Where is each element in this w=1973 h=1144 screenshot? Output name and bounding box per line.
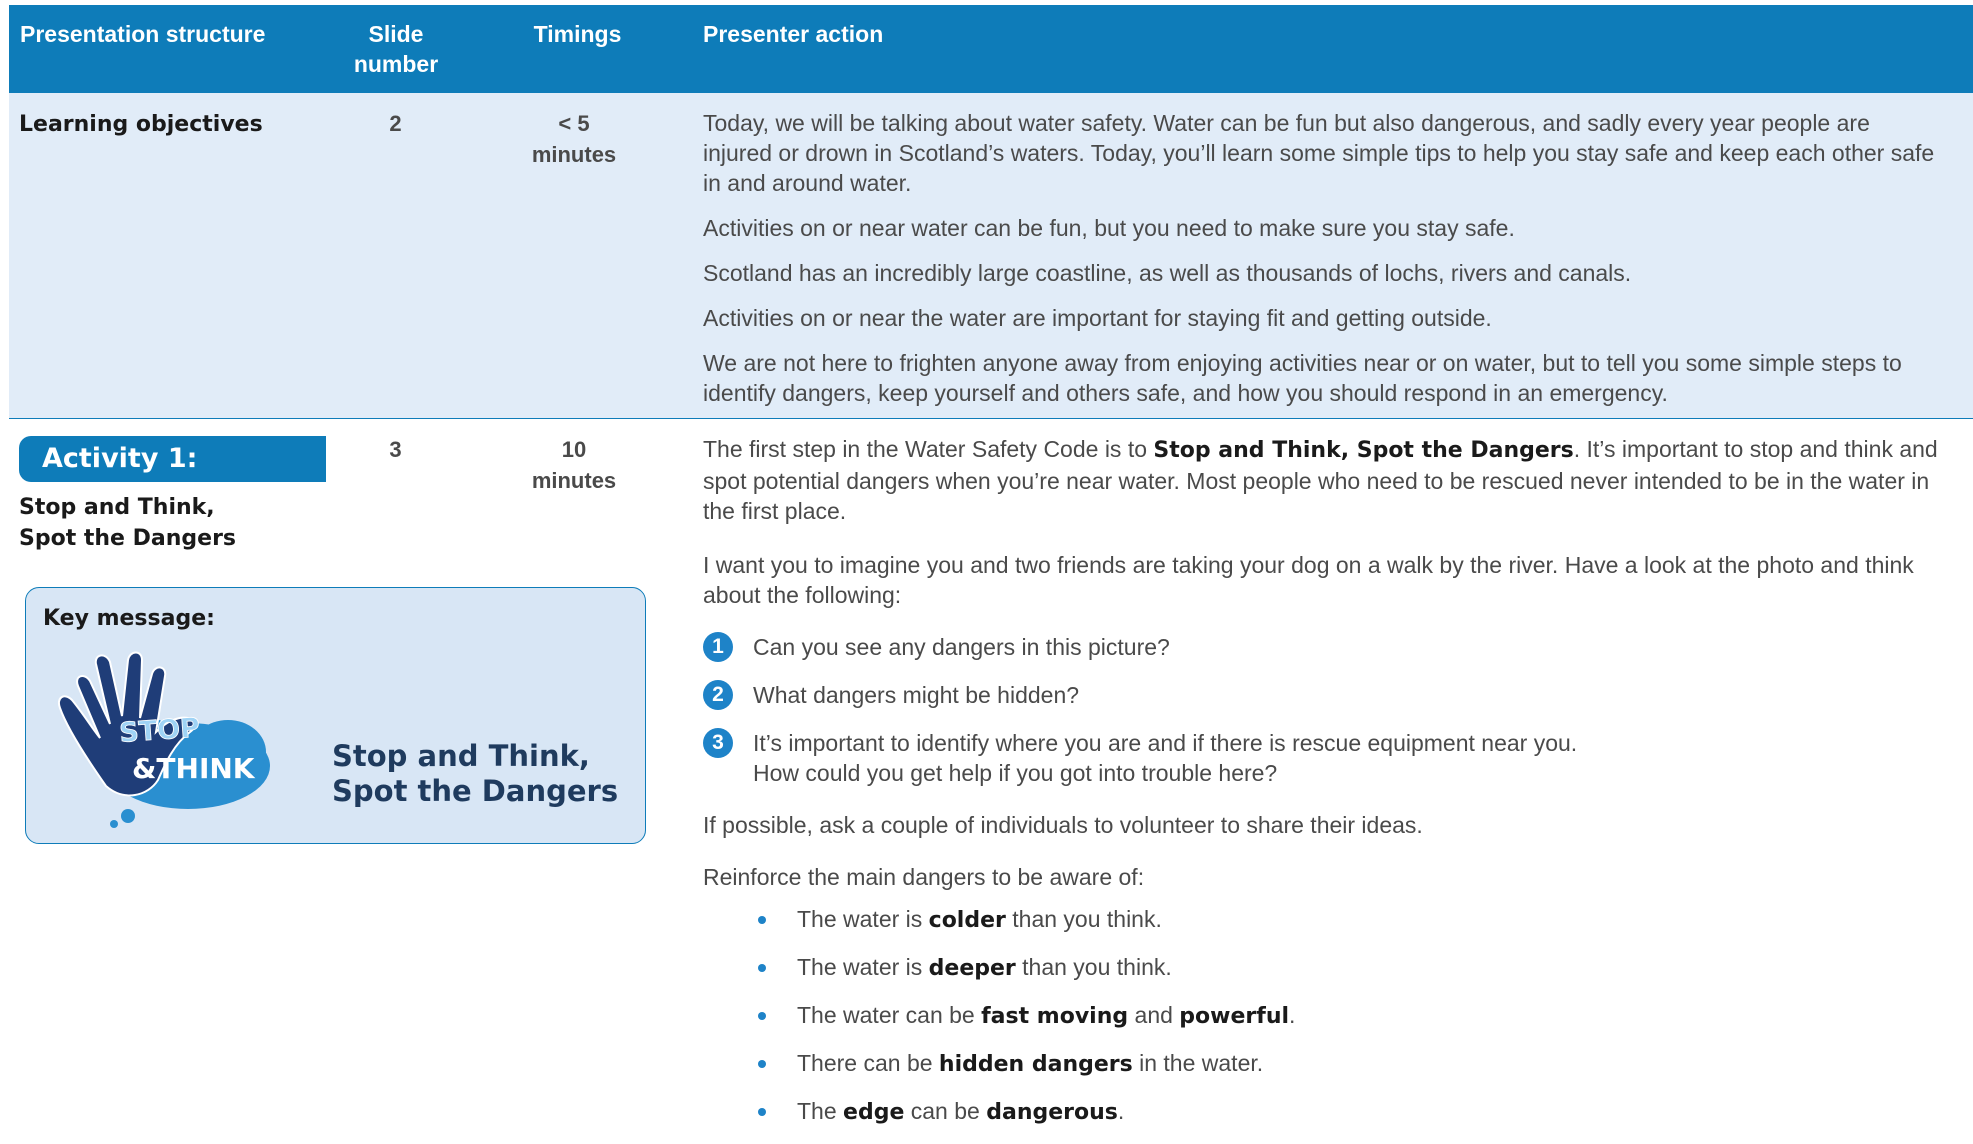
timing-value: < 5 minutes xyxy=(532,111,616,167)
danger-bold: edge xyxy=(843,1100,904,1125)
logo-stop-text: STOP xyxy=(118,712,201,749)
danger-text: There can be xyxy=(797,1050,939,1076)
numbered-item: 3 It’s important to identify where you a… xyxy=(703,728,1945,788)
number-circle-icon: 1 xyxy=(703,632,733,662)
slide-number: 2 xyxy=(389,111,401,136)
table-row-learning-objectives: Learning objectives 2 < 5 minutes Today,… xyxy=(9,93,1973,419)
question-text: What dangers might be hidden? xyxy=(753,680,1079,710)
danger-text: can be xyxy=(904,1098,986,1124)
structure-cell: Learning objectives xyxy=(9,93,326,419)
danger-bold: fast moving xyxy=(981,1004,1128,1029)
danger-bold: dangerous xyxy=(986,1100,1118,1125)
page: Presentation structure Slide number Timi… xyxy=(0,0,1973,1142)
numbered-item: 2 What dangers might be hidden? xyxy=(703,680,1945,710)
number-circle-icon: 2 xyxy=(703,680,733,710)
learning-objectives-label: Learning objectives xyxy=(19,112,263,137)
slide-number-cell: 2 xyxy=(326,93,479,419)
danger-text: in the water. xyxy=(1133,1050,1263,1076)
activity-title: Stop and Think, Spot the Dangers xyxy=(19,492,249,554)
key-message-box: Key message: STOP &THIN xyxy=(25,587,646,844)
dangers-list: The water is colder than you think. The … xyxy=(703,904,1945,1128)
danger-text: The water can be xyxy=(797,1002,981,1028)
stop-and-think-logo: STOP &THINK xyxy=(48,646,278,831)
action-paragraph: Scotland has an incredibly large coastli… xyxy=(703,258,1945,288)
key-message-label: Key message: xyxy=(43,604,215,634)
lesson-plan-table: Presentation structure Slide number Timi… xyxy=(9,5,1973,1144)
danger-text: The xyxy=(797,1098,843,1124)
numbered-item: 1 Can you see any dangers in this pictur… xyxy=(703,632,1945,662)
timing-cell: < 5 minutes xyxy=(479,93,689,419)
header-presentation-structure: Presentation structure xyxy=(9,5,326,93)
list-item: The water is deeper than you think. xyxy=(758,952,1945,984)
volunteer-paragraph: If possible, ask a couple of individuals… xyxy=(703,810,1945,840)
slide-number: 3 xyxy=(389,437,401,462)
danger-bold: deeper xyxy=(929,956,1016,981)
header-row: Presentation structure Slide number Timi… xyxy=(9,5,1973,93)
presenter-action-cell: Today, we will be talking about water sa… xyxy=(689,93,1973,419)
action-paragraph: We are not here to frighten anyone away … xyxy=(703,348,1945,408)
header-slide-number: Slide number xyxy=(326,5,479,93)
question-text: It’s important to identify where you are… xyxy=(753,728,1577,788)
list-item: There can be hidden dangers in the water… xyxy=(758,1048,1945,1080)
danger-text: . xyxy=(1289,1002,1295,1028)
question-line: It’s important to identify where you are… xyxy=(753,730,1577,756)
logo-think-text: &THINK xyxy=(132,752,256,785)
activity-badge: Activity 1: xyxy=(19,436,338,482)
header-timings: Timings xyxy=(479,5,689,93)
danger-text: than you think. xyxy=(1006,906,1162,932)
danger-text: and xyxy=(1128,1002,1179,1028)
presenter-action-cell: The first step in the Water Safety Code … xyxy=(689,419,1973,1144)
list-item: The edge can be dangerous. xyxy=(758,1096,1945,1128)
number-circle-icon: 3 xyxy=(703,728,733,758)
action-paragraph: Activities on or near the water are impo… xyxy=(703,303,1945,333)
structure-cell: Activity 1: Stop and Think, Spot the Dan… xyxy=(9,419,326,1144)
danger-bold: powerful xyxy=(1179,1004,1289,1029)
danger-text: than you think. xyxy=(1016,954,1172,980)
imagine-paragraph: I want you to imagine you and two friend… xyxy=(703,550,1945,610)
danger-bold: hidden dangers xyxy=(939,1052,1133,1077)
table-row-activity-1: Activity 1: Stop and Think, Spot the Dan… xyxy=(9,419,1973,1144)
timing-value: 10 minutes xyxy=(532,437,616,493)
action-paragraph: Today, we will be talking about water sa… xyxy=(703,108,1945,198)
danger-text: The water is xyxy=(797,906,929,932)
question-text: Can you see any dangers in this picture? xyxy=(753,632,1170,662)
key-message-text: Stop and Think, Spot the Dangers xyxy=(332,739,632,809)
danger-text: The water is xyxy=(797,954,929,980)
header-presenter-action: Presenter action xyxy=(689,5,1973,93)
intro-paragraph: The first step in the Water Safety Code … xyxy=(703,434,1945,526)
list-item: The water can be fast moving and powerfu… xyxy=(758,1000,1945,1032)
reinforce-paragraph: Reinforce the main dangers to be aware o… xyxy=(703,862,1945,892)
list-item: The water is colder than you think. xyxy=(758,904,1945,936)
danger-bold: colder xyxy=(929,908,1006,933)
intro-text: The first step in the Water Safety Code … xyxy=(703,436,1153,462)
danger-text: . xyxy=(1118,1098,1124,1124)
question-line: How could you get help if you got into t… xyxy=(753,760,1277,786)
action-paragraph: Activities on or near water can be fun, … xyxy=(703,213,1945,243)
intro-bold-text: Stop and Think, Spot the Dangers xyxy=(1153,438,1573,463)
